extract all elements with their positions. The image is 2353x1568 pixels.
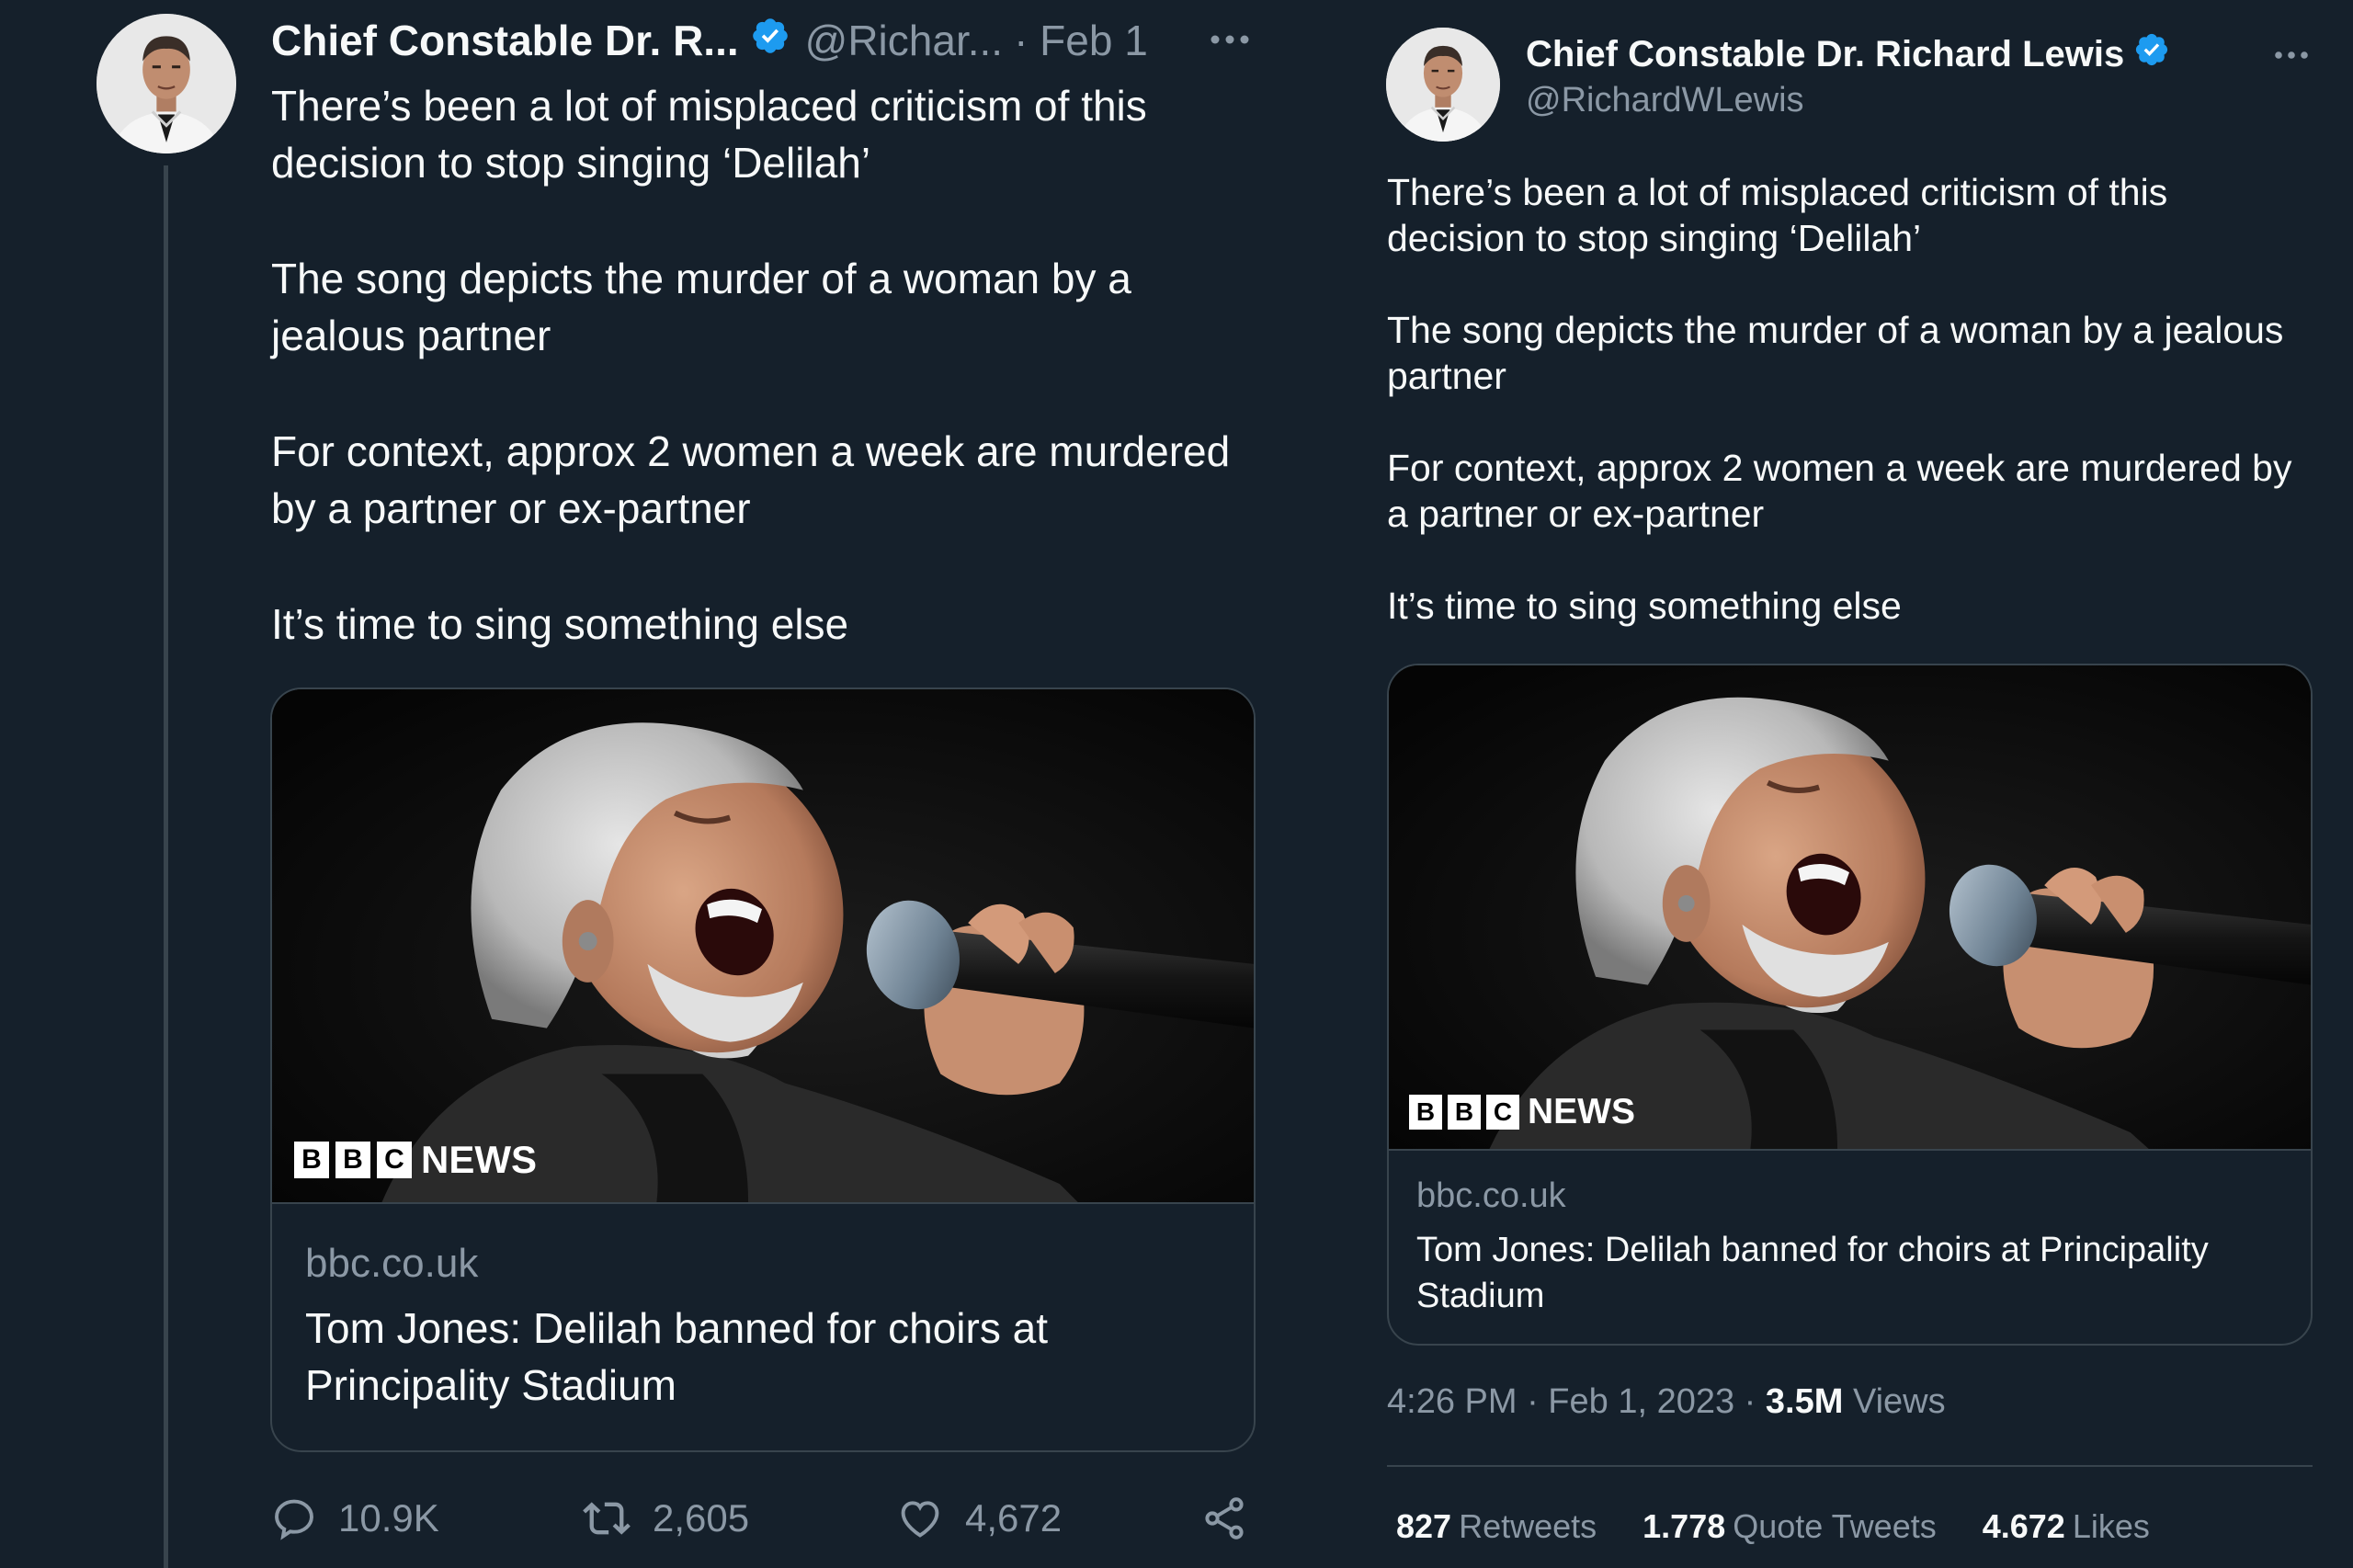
author-name[interactable]: Chief Constable Dr. R... [271,16,739,65]
avatar-portrait-icon [1386,28,1500,142]
retweet-icon [583,1502,631,1535]
quotes-count: 1.778 [1643,1507,1726,1545]
like-count: 4,672 [965,1496,1063,1540]
retweets-count: 827 [1396,1507,1452,1545]
tweet-paragraph: It’s time to sing something else [271,600,849,648]
tweet-paragraph: The song depicts the murder of a woman b… [271,255,1131,359]
views-count: 3.5M [1765,1382,1844,1421]
engagement-stats: 827 Retweets 1.778 Quote Tweets 4.672 Likes [1396,1507,2196,1546]
bbc-news-logo: B B C NEWS [1409,1092,1635,1132]
retweets-stat[interactable]: 827 Retweets [1396,1507,1597,1546]
share-icon [1205,1497,1244,1540]
link-preview-image: B B C NEWS [272,689,1254,1204]
tweet-paragraph: For context, approx 2 women a week are m… [1387,447,2292,535]
bbc-letter-box: C [377,1142,412,1178]
divider [1387,1465,2313,1467]
like-button[interactable]: 4,672 [895,1482,1062,1555]
tweet-paragraph: There’s been a lot of misplaced criticis… [271,82,1147,187]
verified-badge-icon [750,16,790,66]
tweet-date[interactable]: · Feb 1 [1014,16,1148,65]
reply-count: 10.9K [338,1496,439,1540]
verified-badge-icon [2133,31,2170,77]
like-icon [901,1501,939,1538]
tweet-paragraph: The song depicts the murder of a woman b… [1387,309,2284,397]
author-name[interactable]: Chief Constable Dr. Richard Lewis [1526,34,2124,75]
bbc-letter-box: B [335,1142,370,1178]
singer-photo [272,689,1254,1202]
author-handle[interactable]: @RichardWLewis [1526,81,1804,120]
bbc-letter-box: B [294,1142,329,1178]
tweet-paragraph: It’s time to sing something else [1387,585,1902,627]
quote-tweets-stat[interactable]: 1.778 Quote Tweets [1643,1507,1937,1546]
author-avatar[interactable] [1386,28,1500,142]
tweet-paragraph: There’s been a lot of misplaced criticis… [1387,171,2168,259]
author-avatar[interactable] [97,14,236,153]
views-label: Views [1852,1382,1946,1421]
tweet-timestamp[interactable]: 4:26 PM · Feb 1, 2023 · [1387,1382,1766,1421]
bbc-news-text: NEWS [1528,1092,1635,1131]
avatar-portrait-icon [97,14,236,153]
retweet-button[interactable]: 2,605 [581,1482,749,1555]
tweet-timestamp-row: 4:26 PM · Feb 1, 2023 · 3.5M Views [1387,1382,1946,1422]
bbc-news-text: NEWS [421,1138,537,1181]
retweet-count: 2,605 [653,1496,750,1540]
link-preview-meta: bbc.co.uk Tom Jones: Delilah banned for … [272,1204,1254,1414]
tweet-header: Chief Constable Dr. R... @Richar... · Fe… [271,13,1148,68]
share-button[interactable] [1200,1482,1268,1555]
tweet-paragraph: For context, approx 2 women a week are m… [271,427,1231,532]
reply-button[interactable]: 10.9K [270,1482,439,1555]
bbc-letter-box: B [1448,1095,1481,1130]
link-preview-card[interactable]: B B C NEWS bbc.co.uk Tom Jones: Delilah … [270,687,1256,1452]
more-options-icon[interactable] [2268,37,2314,74]
tweet-text: There’s been a lot of misplaced criticis… [271,77,1264,653]
likes-label: Likes [2072,1507,2150,1545]
link-preview-card[interactable]: B B C NEWS bbc.co.uk Tom Jones: Delilah … [1387,664,2313,1346]
bbc-news-logo: B B C NEWS [294,1138,537,1182]
more-options-icon[interactable] [1202,17,1257,62]
link-title: Tom Jones: Delilah banned for choirs at … [1416,1231,2209,1315]
reply-icon [275,1499,313,1540]
link-preview-image: B B C NEWS [1389,665,2311,1151]
thread-connector-line [164,165,168,1568]
link-domain: bbc.co.uk [305,1241,479,1286]
link-preview-meta: bbc.co.uk Tom Jones: Delilah banned for … [1389,1151,2311,1319]
quotes-label: Quote Tweets [1733,1507,1937,1545]
bbc-letter-box: B [1409,1095,1442,1130]
tweet-text: There’s been a lot of misplaced criticis… [1387,169,2315,629]
bbc-letter-box: C [1486,1095,1519,1130]
tweet-action-bar: 10.9K 2,605 4,672 [270,1482,1263,1555]
likes-stat[interactable]: 4.672 Likes [1983,1507,2150,1546]
likes-count: 4.672 [1982,1507,2065,1545]
retweets-label: Retweets [1459,1507,1597,1545]
link-title: Tom Jones: Delilah banned for choirs at … [305,1304,1048,1409]
link-domain: bbc.co.uk [1416,1176,1566,1215]
author-name-row: Chief Constable Dr. Richard Lewis [1526,31,2170,77]
singer-photo [1389,665,2311,1149]
author-handle[interactable]: @Richar... [805,16,1003,65]
